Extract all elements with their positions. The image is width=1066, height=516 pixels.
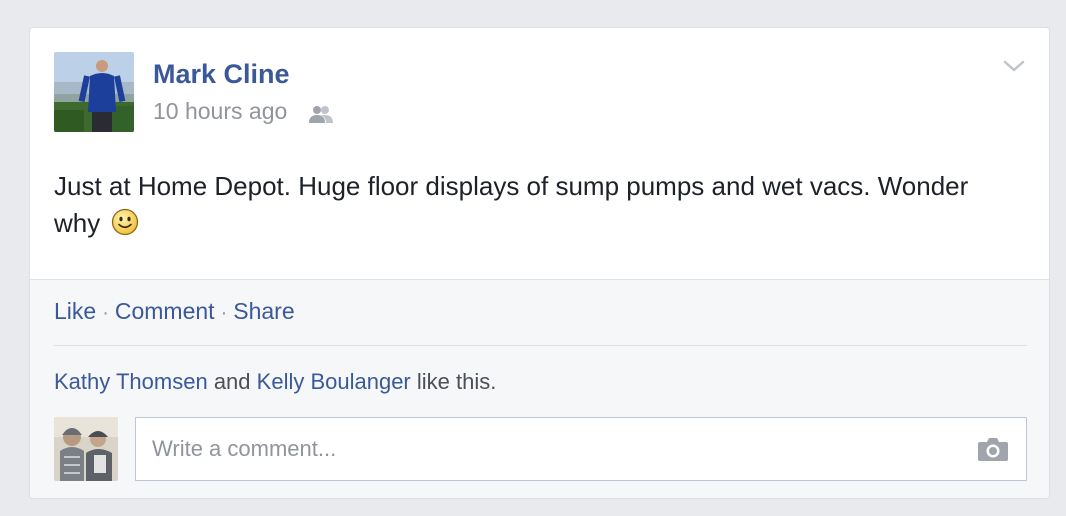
likes-connector: and — [213, 369, 251, 394]
camera-icon[interactable] — [977, 436, 1009, 462]
action-separator: · — [220, 302, 228, 324]
commenter-avatar[interactable] — [54, 417, 118, 481]
author-name[interactable]: Mark Cline — [153, 59, 290, 90]
footer-divider — [54, 345, 1027, 346]
author-avatar[interactable] — [54, 52, 134, 132]
post-text-content: Just at Home Depot. Huge floor displays … — [54, 171, 969, 238]
action-separator: · — [102, 302, 109, 324]
action-bar: Like · Comment · Share — [54, 298, 295, 325]
share-button[interactable]: Share — [233, 298, 294, 324]
post-timestamp[interactable]: 10 hours ago — [153, 98, 287, 125]
post-text: Just at Home Depot. Huge floor displays … — [54, 168, 1014, 242]
liker-name[interactable]: Kathy Thomsen — [54, 369, 208, 394]
likes-summary: Kathy Thomsen and Kelly Boulanger like t… — [54, 369, 496, 395]
chevron-down-icon[interactable] — [1000, 56, 1028, 76]
comment-button[interactable]: Comment — [115, 298, 215, 324]
smiley-icon — [111, 208, 139, 236]
post-footer: Like · Comment · Share Kathy Thomsen and Kel… — [30, 279, 1049, 498]
friends-icon[interactable] — [308, 104, 334, 124]
post-card: Mark Cline 10 hours ago Just at Home Dep… — [29, 27, 1050, 499]
comment-input[interactable] — [136, 418, 956, 480]
liker-name[interactable]: Kelly Boulanger — [257, 369, 411, 394]
likes-suffix: like this. — [416, 369, 497, 394]
comment-box — [135, 417, 1027, 481]
like-button[interactable]: Like — [54, 298, 96, 324]
